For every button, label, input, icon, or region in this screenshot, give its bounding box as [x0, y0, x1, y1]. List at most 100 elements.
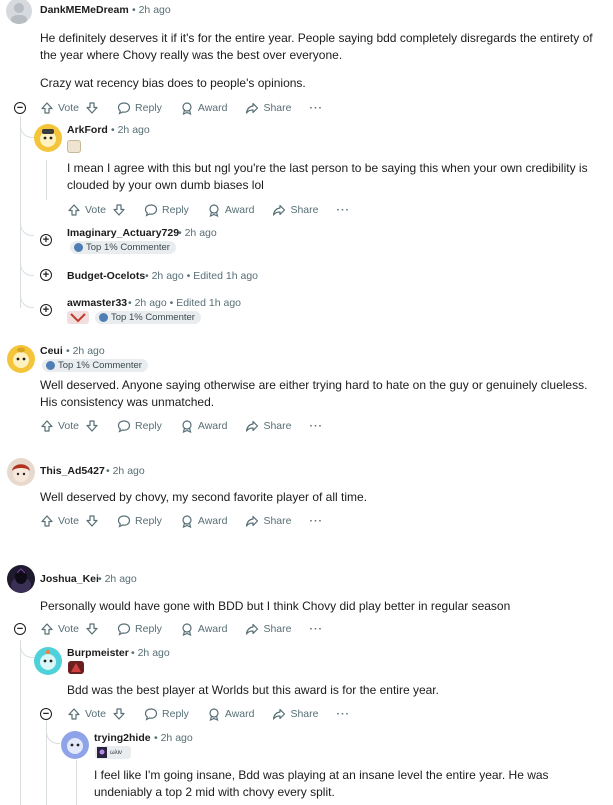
timestamp: • 2h ago: [154, 732, 193, 744]
more-options-button[interactable]: ···: [310, 623, 324, 635]
reply-button[interactable]: Reply: [117, 101, 162, 115]
vote-label: Vote: [85, 204, 107, 216]
username[interactable]: awmaster33: [67, 297, 127, 309]
avatar[interactable]: [7, 565, 35, 593]
status-badge: Top 1% Commenter: [70, 241, 176, 254]
comment-actions: Vote Reply Award Share ···: [40, 418, 341, 434]
award-icon: [209, 708, 219, 721]
timestamp: • 2h ago • Edited 1h ago: [128, 297, 242, 309]
upvote-icon: [68, 204, 80, 216]
user-flair: [67, 311, 89, 324]
avatar[interactable]: [34, 647, 62, 675]
downvote-button[interactable]: [112, 203, 126, 217]
avatar[interactable]: [6, 0, 32, 24]
award-label: Award: [197, 623, 228, 635]
upvote-button[interactable]: Vote: [40, 101, 79, 115]
award-button[interactable]: Award: [207, 707, 255, 721]
share-icon: [246, 515, 259, 527]
share-button[interactable]: Share: [272, 707, 319, 721]
upvote-button[interactable]: Vote: [40, 622, 79, 636]
more-options-button[interactable]: ···: [310, 420, 324, 432]
award-icon: [209, 204, 219, 217]
upvote-icon: [41, 420, 53, 432]
reply-button[interactable]: Reply: [144, 707, 189, 721]
comment-body: He definitely deserves it if it's for th…: [40, 31, 593, 62]
username[interactable]: Burpmeister: [67, 647, 129, 659]
username[interactable]: Imaginary_Actuary729: [67, 227, 179, 239]
downvote-button[interactable]: [85, 514, 99, 528]
share-label: Share: [263, 515, 292, 527]
avatar[interactable]: [34, 124, 62, 152]
avatar[interactable]: [7, 345, 35, 373]
award-icon: [182, 623, 192, 636]
reply-icon: [117, 515, 131, 528]
award-label: Award: [197, 420, 228, 432]
expand-icon[interactable]: +: [40, 234, 52, 246]
share-icon: [246, 102, 259, 114]
comment-actions: Vote Reply Award Share ···: [67, 202, 368, 218]
reply-icon: [117, 623, 131, 636]
downvote-button[interactable]: [85, 419, 99, 433]
username[interactable]: DankMEMeDream: [40, 4, 129, 16]
collapse-icon[interactable]: −: [14, 102, 26, 114]
share-label: Share: [290, 204, 319, 216]
award-label: Award: [224, 708, 255, 720]
more-options-button[interactable]: ···: [310, 515, 324, 527]
upvote-icon: [41, 623, 53, 635]
expand-icon[interactable]: +: [40, 304, 52, 316]
award-label: Award: [224, 204, 255, 216]
share-button[interactable]: Share: [245, 514, 292, 528]
share-button[interactable]: Share: [245, 622, 292, 636]
username[interactable]: trying2hide: [94, 732, 151, 744]
award-button[interactable]: Award: [180, 514, 227, 528]
upvote-button[interactable]: Vote: [67, 203, 106, 217]
more-options-button[interactable]: ···: [337, 204, 351, 216]
comment-actions: Vote Reply Award Share ···: [40, 100, 341, 116]
username[interactable]: Joshua_Kei: [40, 573, 99, 585]
username[interactable]: Budget-Ocelots: [67, 270, 145, 282]
award-button[interactable]: Award: [180, 419, 228, 433]
share-button[interactable]: Share: [245, 419, 292, 433]
upvote-icon: [68, 708, 80, 720]
reply-icon: [144, 708, 158, 721]
user-flair: [67, 140, 81, 153]
downvote-icon: [113, 708, 125, 720]
username[interactable]: This_Ad5427: [40, 465, 105, 477]
share-button[interactable]: Share: [245, 101, 292, 115]
downvote-button[interactable]: [85, 622, 99, 636]
collapse-icon[interactable]: −: [40, 708, 52, 720]
reply-label: Reply: [135, 420, 162, 432]
upvote-button[interactable]: Vote: [40, 514, 79, 528]
award-button[interactable]: Award: [180, 622, 228, 636]
reply-button[interactable]: Reply: [117, 419, 162, 433]
downvote-icon: [86, 515, 98, 527]
downvote-button[interactable]: [112, 707, 126, 721]
username[interactable]: Ceui: [40, 345, 63, 357]
avatar[interactable]: [7, 458, 35, 486]
vote-label: Vote: [58, 102, 80, 114]
reply-button[interactable]: Reply: [117, 622, 162, 636]
reply-button[interactable]: Reply: [117, 514, 162, 528]
user-flair: [68, 661, 84, 674]
award-button[interactable]: Award: [207, 203, 255, 217]
user-flair: ωλιν: [95, 746, 131, 759]
share-label: Share: [263, 102, 292, 114]
award-button[interactable]: Award: [180, 101, 227, 115]
upvote-button[interactable]: Vote: [40, 419, 79, 433]
badge-icon: [99, 313, 108, 322]
timestamp: • 2h ago: [178, 227, 217, 239]
expand-icon[interactable]: +: [40, 269, 52, 281]
upvote-button[interactable]: Vote: [67, 707, 106, 721]
collapse-icon[interactable]: −: [14, 623, 26, 635]
timestamp: • 2h ago: [111, 124, 150, 136]
vote-label: Vote: [85, 708, 107, 720]
more-options-button[interactable]: ···: [337, 708, 351, 720]
timestamp: • 2h ago: [66, 345, 105, 357]
reply-button[interactable]: Reply: [144, 203, 189, 217]
avatar[interactable]: [61, 731, 89, 759]
downvote-button[interactable]: [85, 101, 99, 115]
comment-body: Well deserved. Anyone saying otherwise a…: [40, 378, 588, 409]
username[interactable]: ArkFord: [67, 124, 108, 136]
share-button[interactable]: Share: [272, 203, 319, 217]
more-options-button[interactable]: ···: [310, 102, 324, 114]
